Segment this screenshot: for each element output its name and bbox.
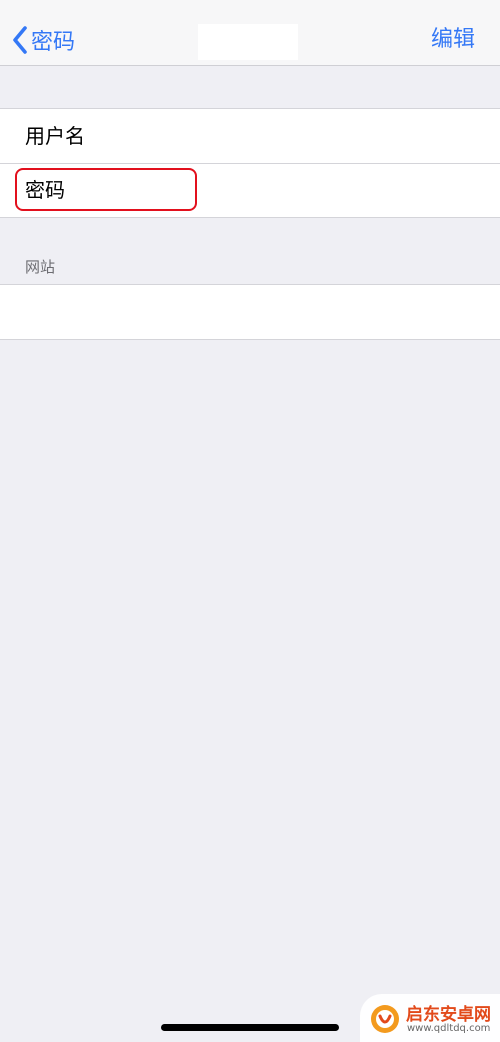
password-row[interactable]: 密码: [0, 163, 500, 217]
watermark-name: 启东安卓网: [406, 1005, 491, 1025]
back-button[interactable]: 密码: [12, 22, 75, 58]
website-row[interactable]: [0, 285, 500, 339]
redacted-title: [198, 24, 298, 60]
navigation-bar: 密码 编辑: [0, 0, 500, 66]
watermark-logo-icon: [370, 1004, 400, 1034]
watermark-url: www.qdltdq.com: [407, 1023, 491, 1034]
username-label: 用户名: [25, 124, 85, 148]
username-row[interactable]: 用户名: [0, 109, 500, 163]
website-group: [0, 284, 500, 340]
account-fields-group: 用户名 密码: [0, 108, 500, 218]
home-indicator: [161, 1024, 339, 1031]
website-section-header: 网站: [25, 258, 56, 276]
chevron-left-icon: [12, 26, 28, 54]
watermark: 启东安卓网 www.qdltdq.com: [360, 994, 500, 1042]
back-button-label: 密码: [31, 30, 76, 55]
edit-button[interactable]: 编辑: [431, 22, 475, 58]
highlight-annotation: [15, 168, 197, 211]
